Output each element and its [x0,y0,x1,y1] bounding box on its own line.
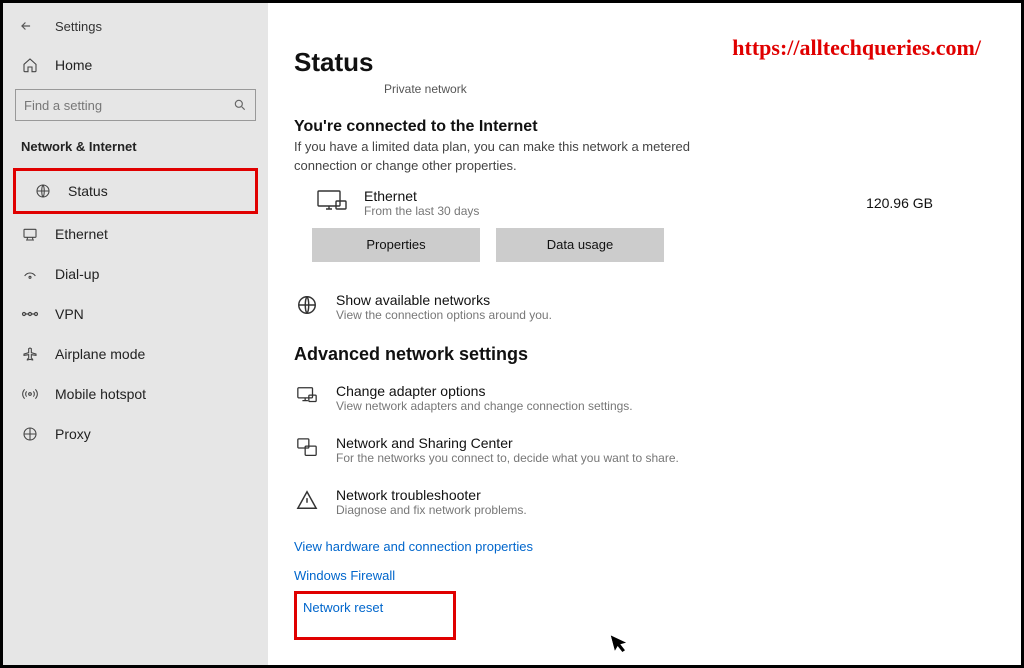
proxy-icon [21,426,39,442]
link-hardware[interactable]: View hardware and connection properties [294,539,993,554]
available-title: Show available networks [336,292,552,308]
connected-body: If you have a limited data plan, you can… [294,138,734,176]
overlay-url: https://alltechqueries.com/ [732,35,981,61]
sidebar-item-vpn[interactable]: VPN [3,294,268,334]
sidebar-item-label: Dial-up [55,266,99,282]
sidebar-item-label: Airplane mode [55,346,145,362]
sidebar-item-label: Ethernet [55,226,108,242]
sidebar-item-hotspot[interactable]: Mobile hotspot [3,374,268,414]
search-wrap [3,83,268,135]
button-row: Properties Data usage [312,228,993,262]
back-button[interactable] [15,15,37,37]
sharing-row[interactable]: Network and Sharing Center For the netwo… [294,435,993,465]
highlight-network-reset: Network reset [294,591,456,640]
troubleshoot-row[interactable]: Network troubleshooter Diagnose and fix … [294,487,993,517]
sharing-icon [294,435,320,461]
sidebar-item-label: Mobile hotspot [55,386,146,402]
main-panel: https://alltechqueries.com/ Status Priva… [268,3,1021,665]
airplane-icon [21,346,39,362]
troubleshoot-desc: Diagnose and fix network problems. [336,503,527,517]
connection-period: From the last 30 days [364,204,866,218]
globe-icon [294,292,320,318]
available-desc: View the connection options around you. [336,308,552,322]
adapter-icon [294,383,320,409]
properties-button[interactable]: Properties [312,228,480,262]
sidebar-item-status[interactable]: Status [16,171,255,211]
sidebar-item-ethernet[interactable]: Ethernet [3,214,268,254]
nav-group-title: Network & Internet [3,135,268,168]
link-network-reset[interactable]: Network reset [303,600,383,615]
sidebar-item-label: Status [68,183,108,199]
search-input[interactable] [24,98,233,113]
adapter-title: Change adapter options [336,383,633,399]
sidebar-topbar: Settings [3,15,268,47]
window-title: Settings [55,19,102,34]
sharing-desc: For the networks you connect to, decide … [336,451,679,465]
search-icon [233,98,247,112]
data-usage-button[interactable]: Data usage [496,228,664,262]
link-firewall[interactable]: Windows Firewall [294,568,993,583]
home-icon [21,57,39,73]
connection-name: Ethernet [364,188,866,204]
network-type-caption: Private network [384,82,993,96]
sidebar-item-label: VPN [55,306,84,322]
connected-heading: You're connected to the Internet [294,118,993,136]
search-box[interactable] [15,89,256,121]
connection-row: Ethernet From the last 30 days 120.96 GB [294,188,993,218]
sidebar-item-dialup[interactable]: Dial-up [3,254,268,294]
sidebar-item-label: Proxy [55,426,91,442]
sidebar-item-proxy[interactable]: Proxy [3,414,268,454]
sidebar: Settings Home Network & Internet Stat [3,3,268,665]
troubleshoot-title: Network troubleshooter [336,487,527,503]
sharing-title: Network and Sharing Center [336,435,679,451]
home-label: Home [55,57,92,73]
advanced-title: Advanced network settings [294,344,993,365]
cursor-icon [611,631,632,654]
dialup-icon [21,266,39,282]
ethernet-icon [21,226,39,242]
adapter-desc: View network adapters and change connect… [336,399,633,413]
monitor-icon [312,188,352,218]
home-nav-item[interactable]: Home [3,47,268,83]
globe-icon [34,183,52,199]
vpn-icon [21,308,39,320]
data-used: 120.96 GB [866,195,933,211]
highlight-status: Status [13,168,258,214]
hotspot-icon [21,386,39,402]
show-available-row[interactable]: Show available networks View the connect… [294,292,993,322]
sidebar-item-airplane[interactable]: Airplane mode [3,334,268,374]
warning-icon [294,487,320,513]
adapter-row[interactable]: Change adapter options View network adap… [294,383,993,413]
